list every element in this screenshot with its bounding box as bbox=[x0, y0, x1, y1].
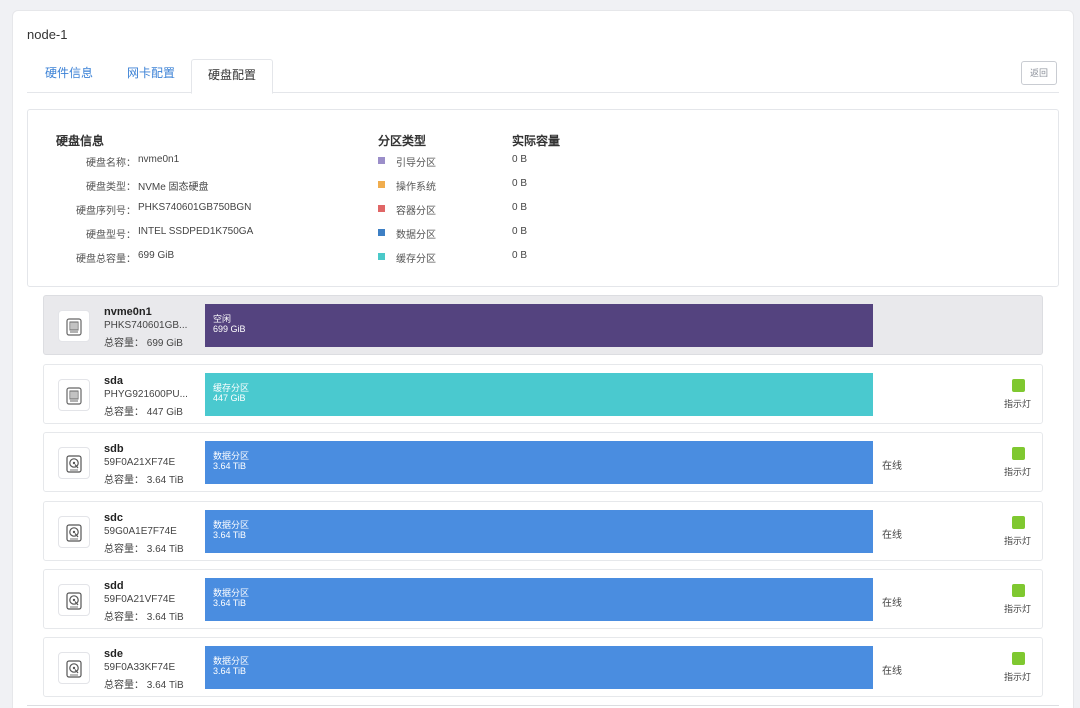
partition-bar-capacity: 699 GiB bbox=[213, 324, 246, 334]
node-title: node-1 bbox=[27, 27, 68, 42]
disk-name: nvme0n1 bbox=[104, 306, 152, 318]
disk-total-capacity: 总容量： 3.64 TiB bbox=[104, 612, 184, 623]
disk-status: 在线 bbox=[882, 598, 902, 609]
partition-swatch bbox=[378, 181, 385, 188]
indicator-light-label: 指示灯 bbox=[1004, 467, 1032, 477]
partition-type-label: 数据分区 bbox=[396, 230, 436, 241]
disk-serial: PHYG921600PU... bbox=[104, 389, 188, 400]
indicator-light-label: 指示灯 bbox=[1004, 399, 1032, 409]
disk-status: 在线 bbox=[882, 530, 902, 541]
partition-bar-label: 空闲 bbox=[213, 314, 232, 324]
info-field-label: 硬盘类型： bbox=[86, 182, 136, 193]
tab-hardware-info[interactable]: 硬件信息 bbox=[45, 59, 93, 93]
disk-total-capacity: 总容量： 699 GiB bbox=[104, 338, 183, 349]
indicator-light-label: 指示灯 bbox=[1004, 536, 1032, 546]
info-field-label: 硬盘型号： bbox=[86, 230, 136, 241]
hdd-icon bbox=[58, 584, 90, 616]
info-field-value: INTEL SSDPED1K750GA bbox=[138, 226, 254, 237]
disk-serial: 59F0A21VF74E bbox=[104, 594, 176, 605]
info-field-label: 硬盘名称： bbox=[86, 158, 136, 169]
indicator-light-button[interactable] bbox=[1012, 584, 1025, 597]
disk-total-capacity: 总容量： 3.64 TiB bbox=[104, 680, 184, 691]
info-field-value: 699 GiB bbox=[138, 250, 175, 261]
partition-capacity: 0 B bbox=[512, 202, 528, 213]
disk-total-capacity: 总容量： 3.64 TiB bbox=[104, 475, 184, 486]
partition-type-label: 容器分区 bbox=[396, 206, 436, 217]
partition-type-heading: 分区类型 bbox=[378, 134, 427, 148]
partition-bar-capacity: 3.64 TiB bbox=[213, 598, 247, 608]
hdd-icon bbox=[58, 447, 90, 479]
disk-name: sde bbox=[104, 648, 123, 660]
ssd-icon bbox=[58, 310, 90, 342]
partition-bar[interactable]: 缓存分区 447 GiB bbox=[205, 373, 873, 416]
partition-swatch bbox=[378, 205, 385, 212]
partition-bar-capacity: 447 GiB bbox=[213, 393, 246, 403]
info-field-label: 硬盘总容量： bbox=[76, 254, 136, 265]
disk-serial: 59F0A21XF74E bbox=[104, 457, 176, 468]
ssd-icon bbox=[58, 379, 90, 411]
partition-capacity: 0 B bbox=[512, 226, 528, 237]
partition-bar-label: 数据分区 bbox=[213, 451, 250, 461]
actual-capacity-heading: 实际容量 bbox=[512, 134, 561, 148]
partition-swatch bbox=[378, 253, 385, 260]
divider bbox=[27, 705, 1059, 706]
node-card: node-1 硬件信息 网卡配置 硬盘配置 返回 硬盘信息 分区类型 实际容量 … bbox=[12, 10, 1074, 708]
partition-bar[interactable]: 数据分区 3.64 TiB bbox=[205, 510, 873, 553]
disk-serial: 59F0A33KF74E bbox=[104, 662, 176, 673]
disk-total-capacity: 总容量： 3.64 TiB bbox=[104, 544, 184, 555]
partition-bar-capacity: 3.64 TiB bbox=[213, 461, 247, 471]
disk-name: sdc bbox=[104, 512, 123, 524]
partition-type-label: 操作系统 bbox=[396, 182, 436, 193]
info-field-value: nvme0n1 bbox=[138, 154, 180, 165]
disk-row-sdd[interactable]: sdd 59F0A21VF74E 总容量： 3.64 TiB 数据分区 3.64 TiB… bbox=[43, 569, 1043, 629]
disk-total-capacity: 总容量： 447 GiB bbox=[104, 407, 183, 418]
partition-bar[interactable]: 空闲 699 GiB bbox=[205, 304, 873, 347]
indicator-light-button[interactable] bbox=[1012, 447, 1025, 460]
disk-row-nvme0n1[interactable]: nvme0n1 PHKS740601GB... 总容量： 699 GiB 空闲 699 … bbox=[43, 295, 1043, 355]
partition-swatch bbox=[378, 229, 385, 236]
disk-row-sde[interactable]: sde 59F0A33KF74E 总容量： 3.64 TiB 数据分区 3.64 TiB… bbox=[43, 637, 1043, 697]
partition-bar-label: 数据分区 bbox=[213, 656, 250, 666]
partition-capacity: 0 B bbox=[512, 154, 528, 165]
disk-row-sda[interactable]: sda PHYG921600PU... 总容量： 447 GiB 缓存分区 447 Gi… bbox=[43, 364, 1043, 424]
tab-nic-config[interactable]: 网卡配置 bbox=[127, 59, 175, 93]
disk-status: 在线 bbox=[882, 461, 902, 472]
disk-status: 在线 bbox=[882, 666, 902, 677]
disk-serial: PHKS740601GB... bbox=[104, 320, 188, 331]
hdd-icon bbox=[58, 652, 90, 684]
disk-info-panel: 硬盘信息 分区类型 实际容量 硬盘名称： nvme0n1 硬盘类型： NVMe 固态硬… bbox=[27, 109, 1059, 287]
indicator-light-label: 指示灯 bbox=[1004, 604, 1032, 614]
partition-capacity: 0 B bbox=[512, 250, 528, 261]
tab-bar: 硬件信息 网卡配置 硬盘配置 bbox=[27, 59, 1059, 94]
disk-info-heading: 硬盘信息 bbox=[56, 134, 105, 148]
info-field-value: PHKS740601GB750BGN bbox=[138, 202, 252, 213]
disk-name: sda bbox=[104, 375, 123, 387]
partition-bar-capacity: 3.64 TiB bbox=[213, 666, 247, 676]
indicator-light-button[interactable] bbox=[1012, 379, 1025, 392]
partition-bar-capacity: 3.64 TiB bbox=[213, 530, 247, 540]
indicator-light-label: 指示灯 bbox=[1004, 672, 1032, 682]
partition-capacity: 0 B bbox=[512, 178, 528, 189]
disk-row-sdc[interactable]: sdc 59G0A1E7F74E 总容量： 3.64 TiB 数据分区 3.64 TiB… bbox=[43, 501, 1043, 561]
partition-bar[interactable]: 数据分区 3.64 TiB bbox=[205, 646, 873, 689]
disk-name: sdd bbox=[104, 580, 124, 592]
partition-type-label: 缓存分区 bbox=[396, 254, 436, 265]
disk-name: sdb bbox=[104, 443, 124, 455]
tab-disk-config[interactable]: 硬盘配置 bbox=[191, 59, 273, 94]
hdd-icon bbox=[58, 516, 90, 548]
disk-serial: 59G0A1E7F74E bbox=[104, 526, 177, 537]
indicator-light-button[interactable] bbox=[1012, 516, 1025, 529]
partition-type-label: 引导分区 bbox=[396, 158, 436, 169]
info-field-value: NVMe 固态硬盘 bbox=[138, 182, 209, 193]
partition-bar-label: 数据分区 bbox=[213, 588, 250, 598]
partition-bar[interactable]: 数据分区 3.64 TiB bbox=[205, 578, 873, 621]
partition-swatch bbox=[378, 157, 385, 164]
disk-row-sdb[interactable]: sdb 59F0A21XF74E 总容量： 3.64 TiB 数据分区 3.64 TiB… bbox=[43, 432, 1043, 492]
info-field-label: 硬盘序列号： bbox=[76, 206, 136, 217]
partition-bar-label: 缓存分区 bbox=[213, 383, 250, 393]
partition-bar[interactable]: 数据分区 3.64 TiB bbox=[205, 441, 873, 484]
partition-bar-label: 数据分区 bbox=[213, 520, 250, 530]
indicator-light-button[interactable] bbox=[1012, 652, 1025, 665]
back-button[interactable]: 返回 bbox=[1021, 61, 1057, 85]
